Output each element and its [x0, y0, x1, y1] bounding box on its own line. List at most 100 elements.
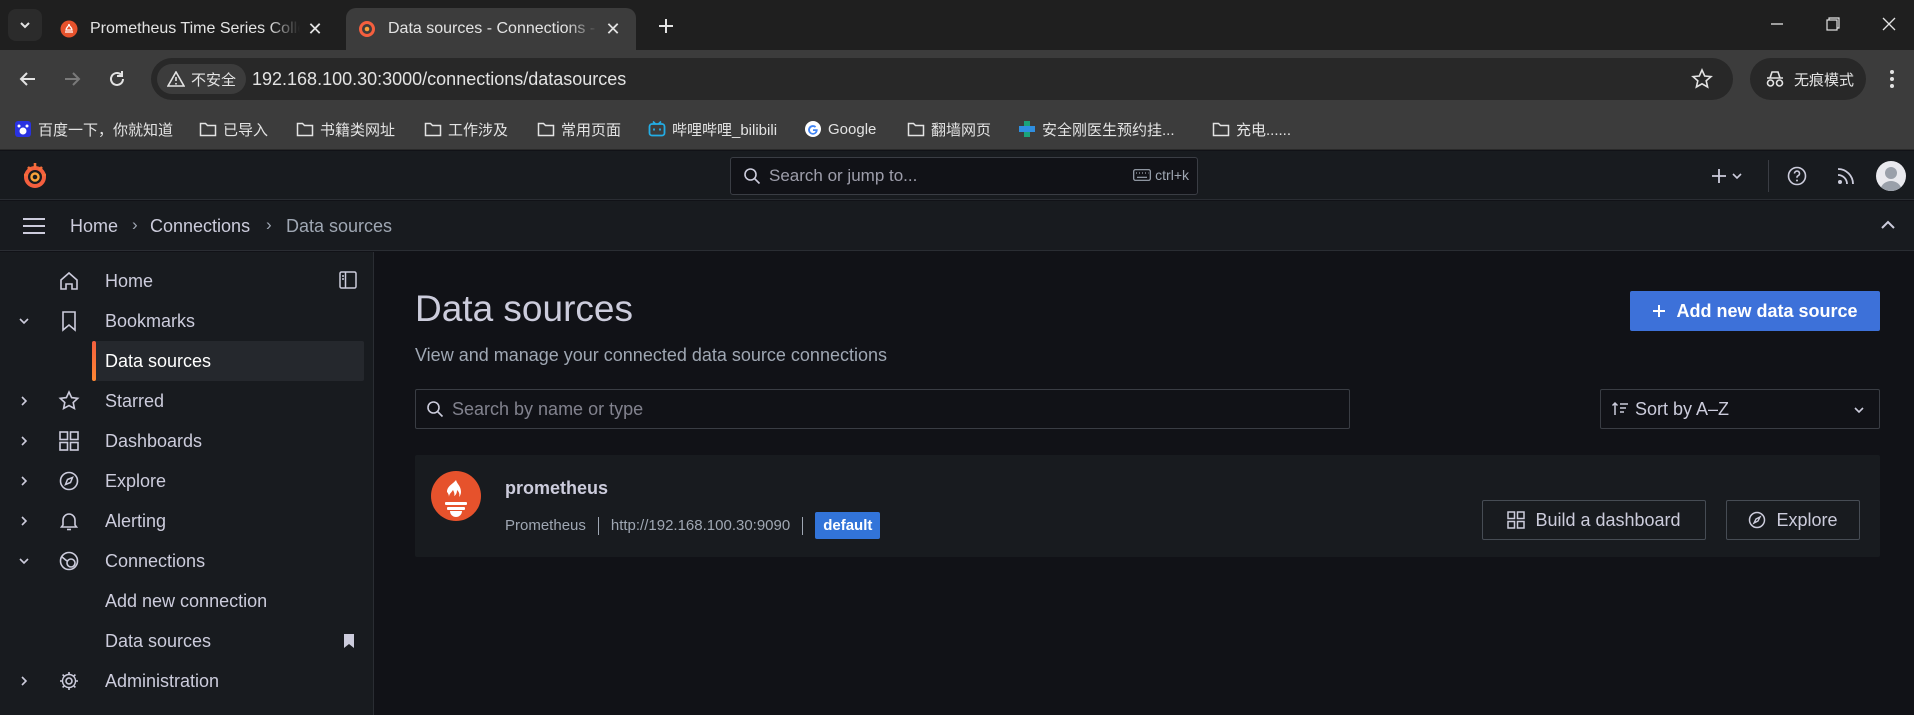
news-button[interactable]	[1833, 163, 1859, 189]
plus-dropdown-icon	[1712, 169, 1742, 183]
sidebar-item-bookmarks[interactable]: Bookmarks	[0, 301, 374, 341]
dashboards-grid-icon	[59, 431, 79, 451]
page-title: Data sources	[415, 288, 633, 329]
grafana-favicon-icon	[359, 21, 375, 37]
grafana-logo[interactable]	[20, 161, 50, 196]
bookmarks-bar: 百度一下，你就知道 已导入 书籍类网址 工作涉及 常用页面 哔哩哔哩_bilib…	[0, 108, 1914, 150]
sidebar-item-label: Explore	[105, 470, 167, 491]
sidebar-item-administration[interactable]: Administration	[0, 661, 374, 701]
chevron-down-icon[interactable]	[16, 553, 32, 569]
add-button-label: Add new data source	[1676, 300, 1858, 321]
bookmark-baidu[interactable]: 百度一下，你就知道	[14, 118, 173, 140]
bookmark-folder-charge[interactable]: 充电......	[1212, 118, 1291, 140]
grafana-top-bar: Search or jump to... ctrl+k	[0, 151, 1914, 200]
incognito-icon	[1766, 71, 1784, 87]
bookmark-folder-vpn[interactable]: 翻墙网页	[907, 118, 991, 140]
breadcrumb-connections[interactable]: Connections	[150, 216, 250, 237]
chevron-right-icon[interactable]	[16, 473, 32, 489]
sidebar-item-bookmarked-data-sources[interactable]: Data sources	[0, 341, 374, 381]
chevron-right-icon[interactable]	[16, 433, 32, 449]
incognito-label: 无痕模式	[1794, 71, 1855, 89]
new-tab-button[interactable]	[652, 12, 680, 40]
sidebar-item-alerting[interactable]: Alerting	[0, 501, 374, 541]
sidebar-item-explore[interactable]: Explore	[0, 461, 374, 501]
back-button[interactable]	[14, 65, 42, 93]
datasource-search-input[interactable]: Search by name or type	[415, 389, 1350, 429]
sort-select[interactable]: Sort by A–Z	[1600, 389, 1880, 429]
star-icon	[1691, 68, 1713, 89]
folder-icon	[907, 122, 925, 137]
restore-button[interactable]	[1805, 0, 1861, 48]
browser-menu-button[interactable]	[1878, 65, 1906, 93]
avatar[interactable]	[1876, 161, 1906, 191]
folder-icon	[199, 122, 217, 137]
compass-icon	[1749, 511, 1766, 529]
browser-tab-prometheus[interactable]: Prometheus Time Series Collection ✕	[48, 8, 338, 50]
bookmark-label: 已导入	[223, 121, 269, 139]
menu-toggle-button[interactable]	[22, 217, 46, 240]
global-search-input[interactable]: Search or jump to... ctrl+k	[730, 157, 1198, 195]
close-window-button[interactable]	[1861, 0, 1914, 48]
chevron-right-icon[interactable]	[16, 513, 32, 529]
sidebar-item-connections[interactable]: Connections	[0, 541, 374, 581]
plus-icon	[1653, 305, 1666, 317]
close-tab-icon[interactable]: ✕	[304, 18, 326, 40]
incognito-indicator[interactable]: 无痕模式	[1750, 58, 1866, 100]
bookmark-bilibili[interactable]: 哔哩哔哩_bilibili	[648, 118, 777, 140]
sidebar-item-data-sources[interactable]: Data sources	[0, 621, 374, 661]
gear-icon	[60, 672, 78, 690]
bookmark-label: 翻墙网页	[931, 121, 992, 139]
help-icon	[1787, 166, 1807, 186]
datasource-card[interactable]: prometheus Prometheus http://192.168.100…	[415, 455, 1880, 557]
address-bar[interactable]: 不安全 192.168.100.30:3000/connections/data…	[151, 58, 1733, 100]
sidebar-item-home[interactable]: Home	[0, 261, 374, 301]
rss-icon	[1837, 168, 1854, 185]
default-badge: default	[815, 512, 881, 539]
datasource-name[interactable]: prometheus	[505, 478, 608, 499]
browser-toolbar: 不安全 192.168.100.30:3000/connections/data…	[0, 50, 1914, 108]
bookmark-star-button[interactable]	[1691, 68, 1713, 95]
minimize-button[interactable]	[1749, 0, 1805, 48]
keyboard-icon	[1133, 169, 1152, 181]
forward-button[interactable]	[58, 65, 86, 93]
bookmark-google[interactable]: Google	[804, 118, 876, 140]
bookmark-folder-common[interactable]: 常用页面	[537, 118, 621, 140]
collapse-header-button[interactable]	[1880, 218, 1896, 237]
baidu-icon	[15, 121, 31, 137]
prometheus-favicon-icon	[60, 20, 78, 38]
chevron-right-icon[interactable]	[16, 673, 32, 689]
minimize-icon	[1771, 23, 1783, 25]
bookmarked-icon[interactable]	[343, 633, 355, 649]
chevron-down-icon[interactable]	[16, 313, 32, 329]
clinic-icon	[1019, 121, 1035, 137]
breadcrumb-separator: ›	[132, 215, 138, 234]
search-icon	[427, 401, 444, 418]
breadcrumb-current: Data sources	[286, 216, 393, 236]
shortcut-text: ctrl+k	[1155, 167, 1189, 183]
build-dashboard-label: Build a dashboard	[1535, 509, 1681, 530]
bookmark-label: 安全刚医生预约挂...	[1042, 121, 1175, 139]
security-chip[interactable]: 不安全	[157, 64, 247, 94]
tab-search-dropdown[interactable]	[8, 9, 42, 41]
chevron-right-icon[interactable]	[16, 393, 32, 409]
breadcrumb-home[interactable]: Home	[70, 216, 118, 237]
sidebar-item-add-new-connection[interactable]: Add new connection	[0, 581, 374, 621]
bookmark-folder-imported[interactable]: 已导入	[199, 118, 268, 140]
build-dashboard-button[interactable]: Build a dashboard	[1482, 500, 1706, 540]
explore-button[interactable]: Explore	[1726, 500, 1860, 540]
new-menu-button[interactable]	[1708, 163, 1748, 189]
home-icon	[60, 271, 78, 290]
add-new-data-source-button[interactable]: Add new data source	[1630, 291, 1880, 331]
sidebar-item-starred[interactable]: Starred	[0, 381, 374, 421]
close-tab-icon[interactable]: ✕	[602, 18, 624, 40]
bookmark-folder-books[interactable]: 书籍类网址	[296, 118, 395, 140]
bookmark-icon	[62, 311, 76, 332]
sidebar-item-dashboards[interactable]: Dashboards	[0, 421, 374, 461]
reload-button[interactable]	[103, 65, 131, 93]
bookmark-folder-work[interactable]: 工作涉及	[424, 118, 508, 140]
bookmark-label: 哔哩哔哩_bilibili	[672, 121, 778, 139]
browser-tab-grafana[interactable]: Data sources - Connections - Grafana ✕	[346, 8, 636, 50]
help-button[interactable]	[1784, 163, 1810, 189]
header-divider	[1768, 160, 1769, 192]
bookmark-doctor[interactable]: 安全刚医生预约挂...	[1018, 118, 1175, 140]
